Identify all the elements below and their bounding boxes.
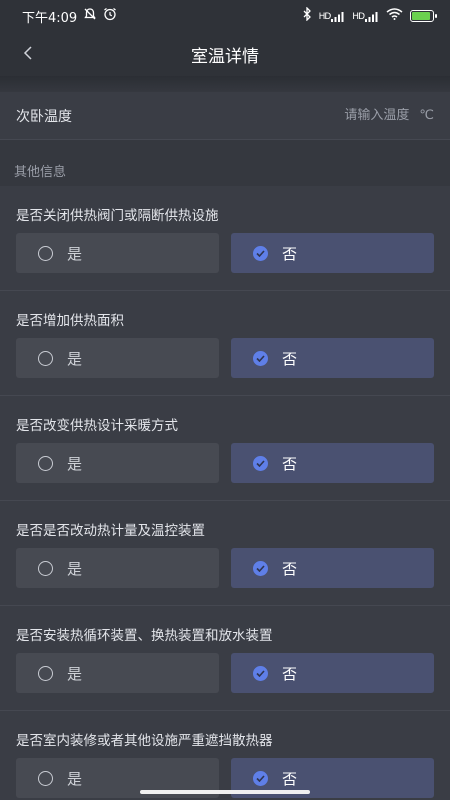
question-item: 是否是否改动热计量及温控装置 是 否 (0, 501, 450, 606)
radio-checked-icon (253, 455, 268, 471)
chevron-left-icon (23, 45, 33, 64)
status-bar: 下午4:09 HD HD (0, 0, 450, 32)
option-yes-label: 是 (67, 769, 83, 788)
option-yes-label: 是 (67, 244, 83, 263)
question-item: 是否改变供热设计采暖方式 是 否 (0, 396, 450, 501)
radio-checked-icon (253, 350, 268, 366)
radio-checked-icon (253, 245, 268, 261)
question-item: 是否增加供热面积 是 否 (0, 291, 450, 396)
temperature-unit: ℃ (419, 108, 434, 123)
option-yes[interactable]: 是 (16, 653, 219, 693)
home-indicator[interactable] (140, 790, 310, 794)
status-right: HD HD (302, 6, 437, 25)
back-button[interactable] (14, 40, 42, 68)
option-yes[interactable]: 是 (16, 548, 219, 588)
question-text: 是否安装热循环装置、换热装置和放水装置 (16, 628, 273, 644)
app-header: 室温详情 (0, 32, 450, 76)
signal-icon: HD (319, 11, 346, 22)
answer-options: 是 否 (16, 653, 434, 693)
answer-options: 是 否 (16, 443, 434, 483)
section-title-other-info: 其他信息 (14, 165, 67, 180)
option-yes-label: 是 (67, 664, 83, 683)
radio-checked-icon (253, 770, 268, 786)
question-text: 是否增加供热面积 (16, 313, 124, 329)
radio-unchecked-icon (38, 770, 53, 786)
signal-label: HD (318, 11, 332, 22)
room-temperature-row: 次卧温度 ℃ (0, 92, 450, 140)
alarm-icon (103, 7, 117, 25)
answer-options: 是 否 (16, 338, 434, 378)
question-item: 是否室内装修或者其他设施严重遮挡散热器 是 否 (0, 711, 450, 800)
option-no-label: 否 (282, 454, 298, 473)
question-text: 是否关闭供热阀门或隔断供热设施 (16, 208, 219, 224)
room-temperature-detail-screen: 下午4:09 HD HD 室温详情 次卧温度 请输入温度 ℃ 其他信息 是否关闭… (0, 0, 450, 800)
question-text: 是否改变供热设计采暖方式 (16, 418, 178, 434)
question-list: 是否关闭供热阀门或隔断供热设施 是 否 是否增加供热面积 是 否 是否改变供热设… (0, 186, 450, 800)
room-temperature-label: 次卧温度 (16, 108, 72, 125)
radio-checked-icon (253, 560, 268, 576)
option-yes-label: 是 (67, 349, 83, 368)
option-no[interactable]: 否 (231, 443, 434, 483)
battery-charging-icon (410, 10, 437, 22)
option-yes-label: 是 (67, 454, 83, 473)
signal-icon-2: HD (352, 11, 379, 22)
option-yes[interactable]: 是 (16, 443, 219, 483)
mute-icon (83, 7, 97, 25)
temperature-input[interactable] (269, 108, 410, 123)
signal-label-2: HD (352, 11, 365, 22)
question-text: 是否是否改动热计量及温控装置 (16, 523, 205, 539)
option-yes-label: 是 (67, 559, 83, 578)
option-no-label: 否 (282, 349, 298, 368)
answer-options: 是 否 (16, 233, 434, 273)
radio-unchecked-icon (38, 455, 53, 471)
option-no[interactable]: 否 (231, 548, 434, 588)
option-no[interactable]: 否 (231, 653, 434, 693)
question-text: 是否室内装修或者其他设施严重遮挡散热器 (16, 733, 273, 749)
question-item: 是否关闭供热阀门或隔断供热设施 是 否 (0, 186, 450, 291)
option-yes[interactable]: 是 (16, 233, 219, 273)
option-no[interactable]: 否 (231, 338, 434, 378)
battery-level (412, 12, 430, 20)
option-yes[interactable]: 是 (16, 338, 219, 378)
option-no-label: 否 (282, 769, 298, 788)
wifi-icon (386, 8, 403, 24)
status-time: 下午4:09 (22, 10, 78, 26)
option-no-label: 否 (282, 244, 298, 263)
bluetooth-icon (302, 6, 312, 25)
radio-unchecked-icon (38, 350, 53, 366)
status-left: 下午4:09 (22, 7, 117, 26)
header-shadow (0, 76, 450, 92)
radio-checked-icon (253, 665, 268, 681)
radio-unchecked-icon (38, 245, 53, 261)
page-title: 室温详情 (191, 46, 259, 67)
option-no-label: 否 (282, 559, 298, 578)
radio-unchecked-icon (38, 665, 53, 681)
answer-options: 是 否 (16, 548, 434, 588)
option-no[interactable]: 否 (231, 233, 434, 273)
radio-unchecked-icon (38, 560, 53, 576)
option-no-label: 否 (282, 664, 298, 683)
question-item: 是否安装热循环装置、换热装置和放水装置 是 否 (0, 606, 450, 711)
